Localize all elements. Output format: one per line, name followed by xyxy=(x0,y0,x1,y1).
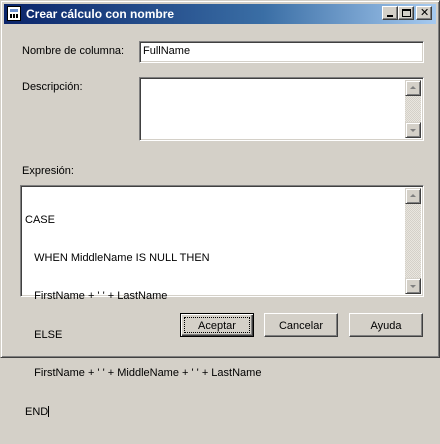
cancel-label: Cancelar xyxy=(278,320,324,332)
expression-label: Expresión: xyxy=(22,165,74,177)
accept-label: Aceptar xyxy=(198,320,236,332)
help-button[interactable]: Ayuda xyxy=(349,313,423,337)
scroll-up-icon[interactable] xyxy=(405,80,421,96)
close-button[interactable] xyxy=(416,6,432,20)
column-name-label: Nombre de columna: xyxy=(22,45,125,57)
expression-scrollbar[interactable] xyxy=(405,188,421,294)
scroll-down-icon[interactable] xyxy=(405,278,421,294)
minimize-button[interactable] xyxy=(382,6,398,20)
help-label: Ayuda xyxy=(370,320,402,332)
expression-line: END xyxy=(25,405,49,418)
description-field[interactable] xyxy=(139,77,424,141)
window-title: Crear cálculo con nombre xyxy=(26,7,175,21)
description-label: Descripción: xyxy=(22,81,83,93)
expression-line: WHEN MiddleName IS NULL THEN xyxy=(25,251,210,264)
column-name-value: FullName xyxy=(143,45,191,57)
dialog-window: Crear cálculo con nombre Nombre de colum… xyxy=(0,0,440,418)
maximize-button[interactable] xyxy=(398,6,414,20)
expression-line: CASE xyxy=(25,213,55,226)
column-name-field[interactable]: FullName xyxy=(139,41,424,63)
scroll-up-icon[interactable] xyxy=(405,188,421,204)
scroll-down-icon[interactable] xyxy=(405,122,421,138)
calculator-icon xyxy=(7,6,21,21)
text-caret xyxy=(48,405,50,417)
accept-button[interactable]: Aceptar xyxy=(180,313,254,337)
expression-editor[interactable]: CASE WHEN MiddleName IS NULL THEN FirstN… xyxy=(20,185,424,418)
cancel-button[interactable]: Cancelar xyxy=(264,313,338,337)
description-scrollbar[interactable] xyxy=(405,80,421,138)
expression-line: FirstName + ' ' + MiddleName + ' ' + Las… xyxy=(25,367,262,380)
title-bar[interactable]: Crear cálculo con nombre xyxy=(4,4,436,24)
expression-line: FirstName + ' ' + LastName xyxy=(25,290,168,303)
